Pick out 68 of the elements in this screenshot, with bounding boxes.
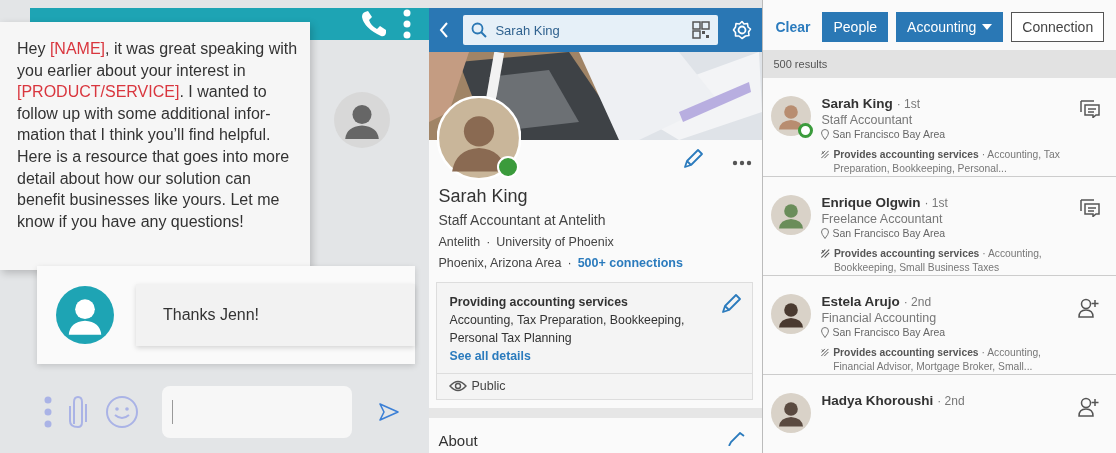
avatar-icon xyxy=(771,195,812,235)
see-details-link[interactable]: See all details xyxy=(449,347,713,365)
pencil-icon[interactable] xyxy=(720,293,743,315)
location-text: San Francisco Bay Area xyxy=(832,227,946,239)
filter-button[interactable]: Connection xyxy=(1011,12,1105,42)
location-pin-icon xyxy=(821,326,830,338)
back-icon[interactable] xyxy=(439,21,450,39)
services-icon xyxy=(821,346,830,359)
section-heading: About xyxy=(438,432,478,449)
services-icon xyxy=(821,148,830,161)
separator-text: · xyxy=(567,256,572,270)
search-icon xyxy=(471,22,488,38)
add-person-icon[interactable] xyxy=(1078,298,1100,318)
message-bubble: Hey [NAME], it was great speaking with you earlier about your interest in [PRODUCT/SERVICE]. I wanted to follow up with some additional infor-mation that I think you’ll find helpful. Here is a resource that goes into more detail about how our solution can benefit businesses like yours. Let me know if you have any questions! xyxy=(0,22,310,270)
visibility-label: Public xyxy=(471,379,506,393)
filter-button[interactable]: Accounting xyxy=(896,12,1004,42)
profile-affiliation: University of Phoenix xyxy=(496,235,614,249)
settings-icon[interactable] xyxy=(732,20,753,40)
avatar-icon xyxy=(771,393,812,433)
person-name[interactable]: Hadya Khoroushi xyxy=(821,393,934,408)
job-title: Financial Accounting xyxy=(821,311,938,325)
message-input-field[interactable] xyxy=(162,386,352,438)
connection-degree: · 2nd xyxy=(903,295,932,309)
send-icon[interactable] xyxy=(378,402,400,422)
person-name[interactable]: Sarah King xyxy=(821,96,893,111)
services-title: Providing accounting services xyxy=(449,294,629,311)
message-icon[interactable] xyxy=(1080,100,1100,118)
avatar-icon xyxy=(56,286,114,344)
location-pin-icon xyxy=(821,227,830,239)
pencil-icon[interactable] xyxy=(682,148,705,170)
more-icon[interactable] xyxy=(732,160,753,166)
connection-degree: · 1st xyxy=(896,97,921,111)
services-list: Accounting, Tax Preparation, Bookkeeping, Personal Tax Planning xyxy=(449,311,713,347)
filter-button[interactable]: People xyxy=(822,12,889,42)
location-text: San Francisco Bay Area xyxy=(832,128,946,140)
clear-link[interactable]: Clear xyxy=(775,19,811,35)
services-summary: Provides accounting services · Accounting, Tax Preparation, Bookkeeping, Personal... xyxy=(833,148,1061,176)
message-icon[interactable] xyxy=(1080,199,1100,217)
person-name[interactable]: Enrique Olgwin xyxy=(821,195,921,210)
profile-affiliation: · xyxy=(486,235,491,249)
avatar-icon xyxy=(771,294,812,334)
location-pin-icon xyxy=(821,128,830,140)
services-summary: Provides accounting services · Accounting, Financial Advisor, Mortgage Broker, Small... xyxy=(833,346,1042,374)
qr-code-icon[interactable] xyxy=(692,21,711,39)
connection-degree: · 1st xyxy=(924,196,948,210)
add-person-icon[interactable] xyxy=(1078,397,1100,417)
caret-icon xyxy=(982,24,993,30)
avatar-icon xyxy=(437,96,522,180)
profile-name: Sarah King xyxy=(438,186,529,207)
more-icon[interactable] xyxy=(403,9,412,39)
reply-bubble: Thanks Jenn! xyxy=(136,284,415,346)
services-summary: Provides accounting services · Accounting, Bookkeeping, Small Business Taxes xyxy=(833,247,1043,275)
avatar-icon xyxy=(334,92,390,148)
search-field[interactable]: Sarah King xyxy=(463,15,719,45)
profile-affiliation: Antelith xyxy=(438,235,481,249)
job-title: Freelance Accountant xyxy=(821,212,944,226)
job-title: Staff Accountant xyxy=(821,113,914,127)
person-name[interactable]: Estela Arujo xyxy=(821,294,900,309)
services-icon xyxy=(821,247,830,260)
location-text: San Francisco Bay Area xyxy=(832,326,946,338)
connection-degree: · 2nd xyxy=(937,394,965,408)
paperclip-icon[interactable] xyxy=(66,394,90,430)
eye-icon xyxy=(449,380,468,392)
profile-location: Phoenix, Arizona Area xyxy=(438,256,562,270)
results-count: 500 results xyxy=(763,50,1116,78)
avatar-icon xyxy=(771,96,812,136)
connections-link[interactable]: 500+ connections xyxy=(577,256,683,270)
profile-headline: Staff Accountant at Antelith xyxy=(438,212,607,228)
